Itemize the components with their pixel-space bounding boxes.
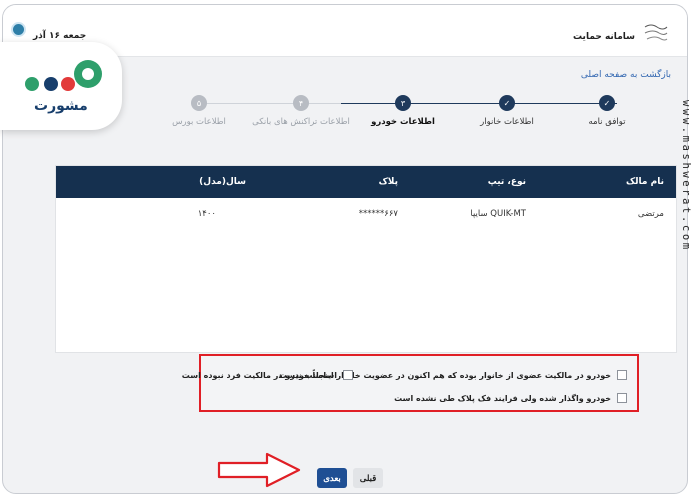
step-stock-exchange[interactable]: ۵ اطلاعات بورس (149, 95, 249, 127)
cell-owner: مرتضی (637, 209, 664, 219)
step-household[interactable]: ✓ اطلاعات خانوار (457, 95, 557, 127)
step-number: ۳ (395, 95, 411, 111)
emblem-icon (644, 24, 668, 41)
logo-text: مشورت (34, 98, 88, 114)
cell-type: QUIK-MT سایپا (470, 209, 526, 219)
checkbox[interactable] (343, 370, 353, 380)
ownership-options: خودرو در مالکیت عضوی از خانوار بوده که ه… (182, 354, 639, 412)
logo-mark-icon (25, 60, 102, 91)
column-header-owner: نام مالک (625, 177, 664, 187)
wizard-stepper: ✓ توافق نامه ✓ اطلاعات خانوار ۳ اطلاعات … (131, 95, 626, 135)
next-button[interactable]: بعدی (317, 468, 347, 488)
step-label: اطلاعات بورس (172, 117, 226, 127)
step-label: توافق نامه (588, 117, 626, 127)
cell-plate: ۶۶۷****** (358, 209, 398, 219)
step-label: اطلاعات خانوار (480, 117, 534, 127)
table-header: نام مالک نوع، تیپ پلاک سال(مدل) (56, 166, 676, 198)
step-number: ۴ (293, 95, 309, 111)
option-transferred[interactable]: خودرو واگذار شده ولی فرایند فک پلاک طی ن… (394, 393, 627, 403)
column-header-plate: پلاک (378, 177, 398, 187)
step-vehicle[interactable]: ۳ اطلاعات خودرو (353, 95, 453, 127)
pin-icon (13, 24, 24, 35)
back-to-home-link[interactable]: بازگشت به صفحه اصلی (581, 70, 671, 80)
date-label: جمعه ۱۶ آذر (33, 31, 87, 41)
column-header-year: سال(مدل) (199, 177, 246, 187)
column-header-type: نوع، تیپ (487, 177, 526, 187)
step-bank-transactions[interactable]: ۴ اطلاعات تراکنش های بانکی (251, 95, 351, 127)
step-agreement[interactable]: ✓ توافق نامه (557, 95, 657, 127)
watermark-text: www.mashwerat.com (680, 100, 692, 252)
app-title: سامانه حمایت (573, 32, 635, 42)
arrow-right-icon (217, 452, 301, 488)
step-number: ۵ (191, 95, 207, 111)
check-icon: ✓ (599, 95, 615, 111)
brand-logo: مشورت (0, 42, 122, 130)
option-label: اساساً خودرو در مالکیت فرد نبوده است (181, 370, 337, 380)
option-label: خودرو واگذار شده ولی فرایند فک پلاک طی ن… (394, 393, 611, 403)
checkbox[interactable] (617, 370, 627, 380)
vehicle-table: نام مالک نوع، تیپ پلاک سال(مدل) مرتضی QU… (55, 165, 677, 353)
checkbox[interactable] (617, 393, 627, 403)
check-icon: ✓ (499, 95, 515, 111)
option-never-owned[interactable]: اساساً خودرو در مالکیت فرد نبوده است (182, 370, 353, 380)
step-label: اطلاعات تراکنش های بانکی (252, 117, 350, 127)
cell-year: ۱۴۰۰ (197, 209, 216, 219)
previous-button[interactable]: قبلی (353, 468, 383, 488)
step-label: اطلاعات خودرو (371, 117, 435, 127)
site-watermark: www.mashwerat.com (676, 100, 698, 300)
